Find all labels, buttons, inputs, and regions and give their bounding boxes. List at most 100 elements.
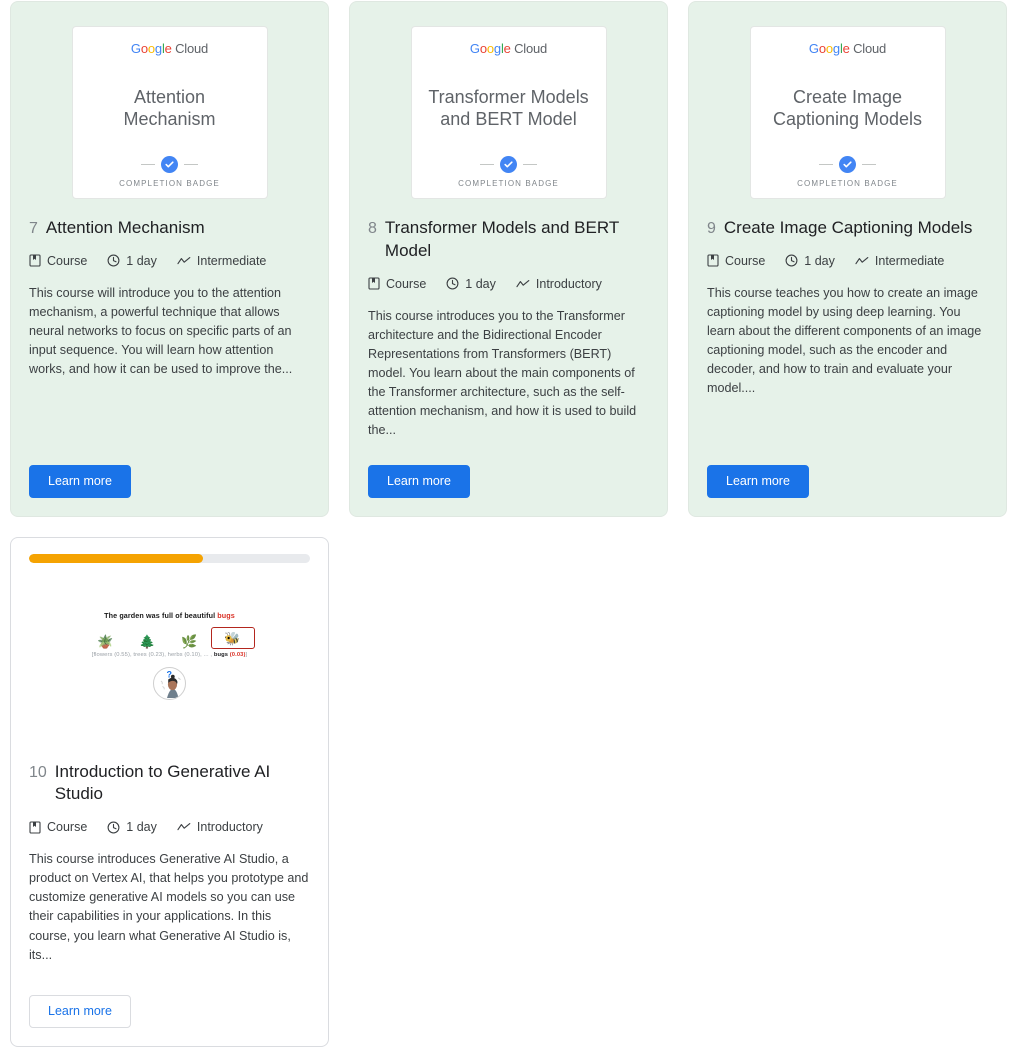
google-cloud-logo-suffix: Cloud: [853, 41, 887, 56]
badge-title: Create Image Captioning Models: [772, 87, 923, 129]
card-meta-row: Course 1 day Introductory: [368, 277, 649, 291]
progress-fill: [29, 553, 204, 563]
meta-type-label: Course: [47, 820, 88, 835]
probs-boxed-label: bugs: [213, 652, 229, 659]
badge-check-row: [819, 156, 876, 173]
meta-duration-label: 1 day: [465, 276, 496, 291]
thumbnail-caption-text: The garden was full of beautiful: [104, 611, 218, 621]
card-title-row: 8 Transformer Models and BERT Model: [368, 217, 649, 263]
badge-caption: COMPLETION BADGE: [119, 179, 220, 188]
badge-dash-left: [819, 163, 833, 166]
course-card[interactable]: Google Cloud Create Image Captioning Mod…: [688, 1, 1007, 517]
card-body: 9 Create Image Captioning Models Course …: [707, 199, 988, 498]
completion-badge-thumbnail: Google Cloud Transformer Models and BERT…: [410, 26, 607, 199]
course-number: 9: [707, 220, 716, 237]
meta-duration: 1 day: [446, 277, 496, 291]
course-title: Introduction to Generative AI Studio: [54, 761, 271, 804]
meta-duration: 1 day: [107, 820, 157, 834]
meta-duration: 1 day: [785, 254, 835, 268]
svg-text:?: ?: [166, 670, 172, 680]
clock-icon: [785, 254, 798, 267]
course-number: 10: [29, 763, 47, 781]
token-bugs-highlighted: 🐝: [210, 627, 255, 650]
token-herbs: 🌿: [169, 634, 211, 649]
card-body: 7 Attention Mechanism Course 1 day Inter…: [29, 199, 310, 498]
card-meta-row: Course 1 day Intermediate: [707, 254, 988, 268]
meta-type: Course: [707, 254, 765, 268]
thumbnail-probabilities: [flowers (0.55), trees (0.23), herbs (0.…: [92, 652, 248, 658]
meta-duration-label: 1 day: [126, 253, 157, 268]
card-description: This course teaches you how to create an…: [707, 285, 982, 396]
card-body: 10 Introduction to Generative AI Studio …: [11, 745, 328, 1028]
learn-more-button[interactable]: Learn more: [368, 464, 470, 498]
thumbnail-token-row: 🪴 🌲 🌿 🐝: [85, 627, 255, 650]
token-flowers: 🪴: [85, 634, 127, 649]
clock-icon: [107, 821, 120, 834]
card-spacer: [368, 441, 649, 455]
herb-icon: 🌿: [181, 634, 198, 650]
flowers-icon: 🪴: [97, 634, 114, 650]
token-trees: 🌲: [127, 634, 169, 649]
meta-type: Course: [29, 254, 87, 268]
learn-more-button[interactable]: Learn more: [707, 464, 809, 498]
badge-dash-left: [480, 163, 494, 166]
meta-level: Introductory: [177, 820, 263, 834]
meta-level: Introductory: [516, 277, 602, 291]
google-cloud-logo: Google Cloud: [130, 41, 209, 56]
google-cloud-logo: Google Cloud: [469, 41, 548, 56]
course-thumbnail: The garden was full of beautiful bugs 🪴 …: [11, 566, 328, 745]
bug-icon: 🐝: [224, 631, 241, 647]
course-number: 8: [368, 220, 377, 237]
check-circle-icon: [839, 156, 856, 173]
card-meta-row: Course 1 day Introductory: [29, 820, 310, 834]
card-spacer: [29, 965, 310, 985]
learn-more-button[interactable]: Learn more: [29, 994, 131, 1028]
badge-caption: COMPLETION BADGE: [797, 179, 898, 188]
completion-badge-thumbnail: Google Cloud Create Image Captioning Mod…: [749, 26, 946, 199]
badge-dash-right: [862, 163, 876, 166]
meta-duration-label: 1 day: [126, 820, 157, 835]
google-cloud-logo-suffix: Cloud: [175, 41, 209, 56]
course-number: 7: [29, 220, 38, 237]
card-title-row: 7 Attention Mechanism: [29, 217, 310, 240]
badge-check-row: [480, 156, 537, 173]
badge-dash-right: [184, 163, 198, 166]
course-card[interactable]: Google Cloud Transformer Models and BERT…: [349, 1, 668, 517]
probs-text: [flowers (0.55), trees (0.23), herbs (0.…: [91, 652, 214, 659]
progress-bar-wrapper: [11, 538, 328, 563]
meta-duration: 1 day: [107, 254, 157, 268]
card-spacer: [29, 379, 310, 454]
meta-level-label: Introductory: [535, 276, 602, 291]
clock-icon: [107, 254, 120, 267]
probs-boxed-value: (0.03): [229, 652, 246, 659]
course-title: Transformer Models and BERT Model: [384, 218, 619, 260]
badge-caption: COMPLETION BADGE: [458, 179, 559, 188]
thumbnail-caption-highlight: bugs: [217, 611, 235, 621]
meta-duration-label: 1 day: [804, 253, 835, 268]
google-cloud-logo: Google Cloud: [808, 41, 887, 56]
badge-title: Attention Mechanism: [123, 87, 216, 129]
check-circle-icon: [161, 156, 178, 173]
check-circle-icon: [500, 156, 517, 173]
trend-line-icon: [177, 822, 191, 832]
card-description: This course will introduce you to the at…: [29, 285, 293, 377]
course-card-grid: Google Cloud Attention Mechanism COMPLET…: [0, 0, 1019, 1047]
meta-type-label: Course: [47, 253, 88, 268]
trend-line-icon: [855, 256, 869, 266]
google-cloud-logo-suffix: Cloud: [514, 41, 548, 56]
learn-more-button[interactable]: Learn more: [29, 464, 131, 498]
meta-level-label: Intermediate: [874, 253, 945, 268]
course-title: Create Image Captioning Models: [723, 218, 973, 237]
meta-level-label: Intermediate: [196, 253, 267, 268]
meta-type-label: Course: [386, 276, 427, 291]
meta-type-label: Course: [725, 253, 766, 268]
course-card[interactable]: The garden was full of beautiful bugs 🪴 …: [10, 536, 329, 1047]
badge-dash-left: [141, 163, 155, 166]
book-icon: [29, 254, 41, 267]
course-title: Attention Mechanism: [45, 218, 205, 237]
card-meta-row: Course 1 day Intermediate: [29, 254, 310, 268]
card-title-row: 9 Create Image Captioning Models: [707, 217, 988, 240]
clock-icon: [446, 277, 459, 290]
card-body: 8 Transformer Models and BERT Model Cour…: [368, 199, 649, 498]
course-card[interactable]: Google Cloud Attention Mechanism COMPLET…: [10, 1, 329, 517]
